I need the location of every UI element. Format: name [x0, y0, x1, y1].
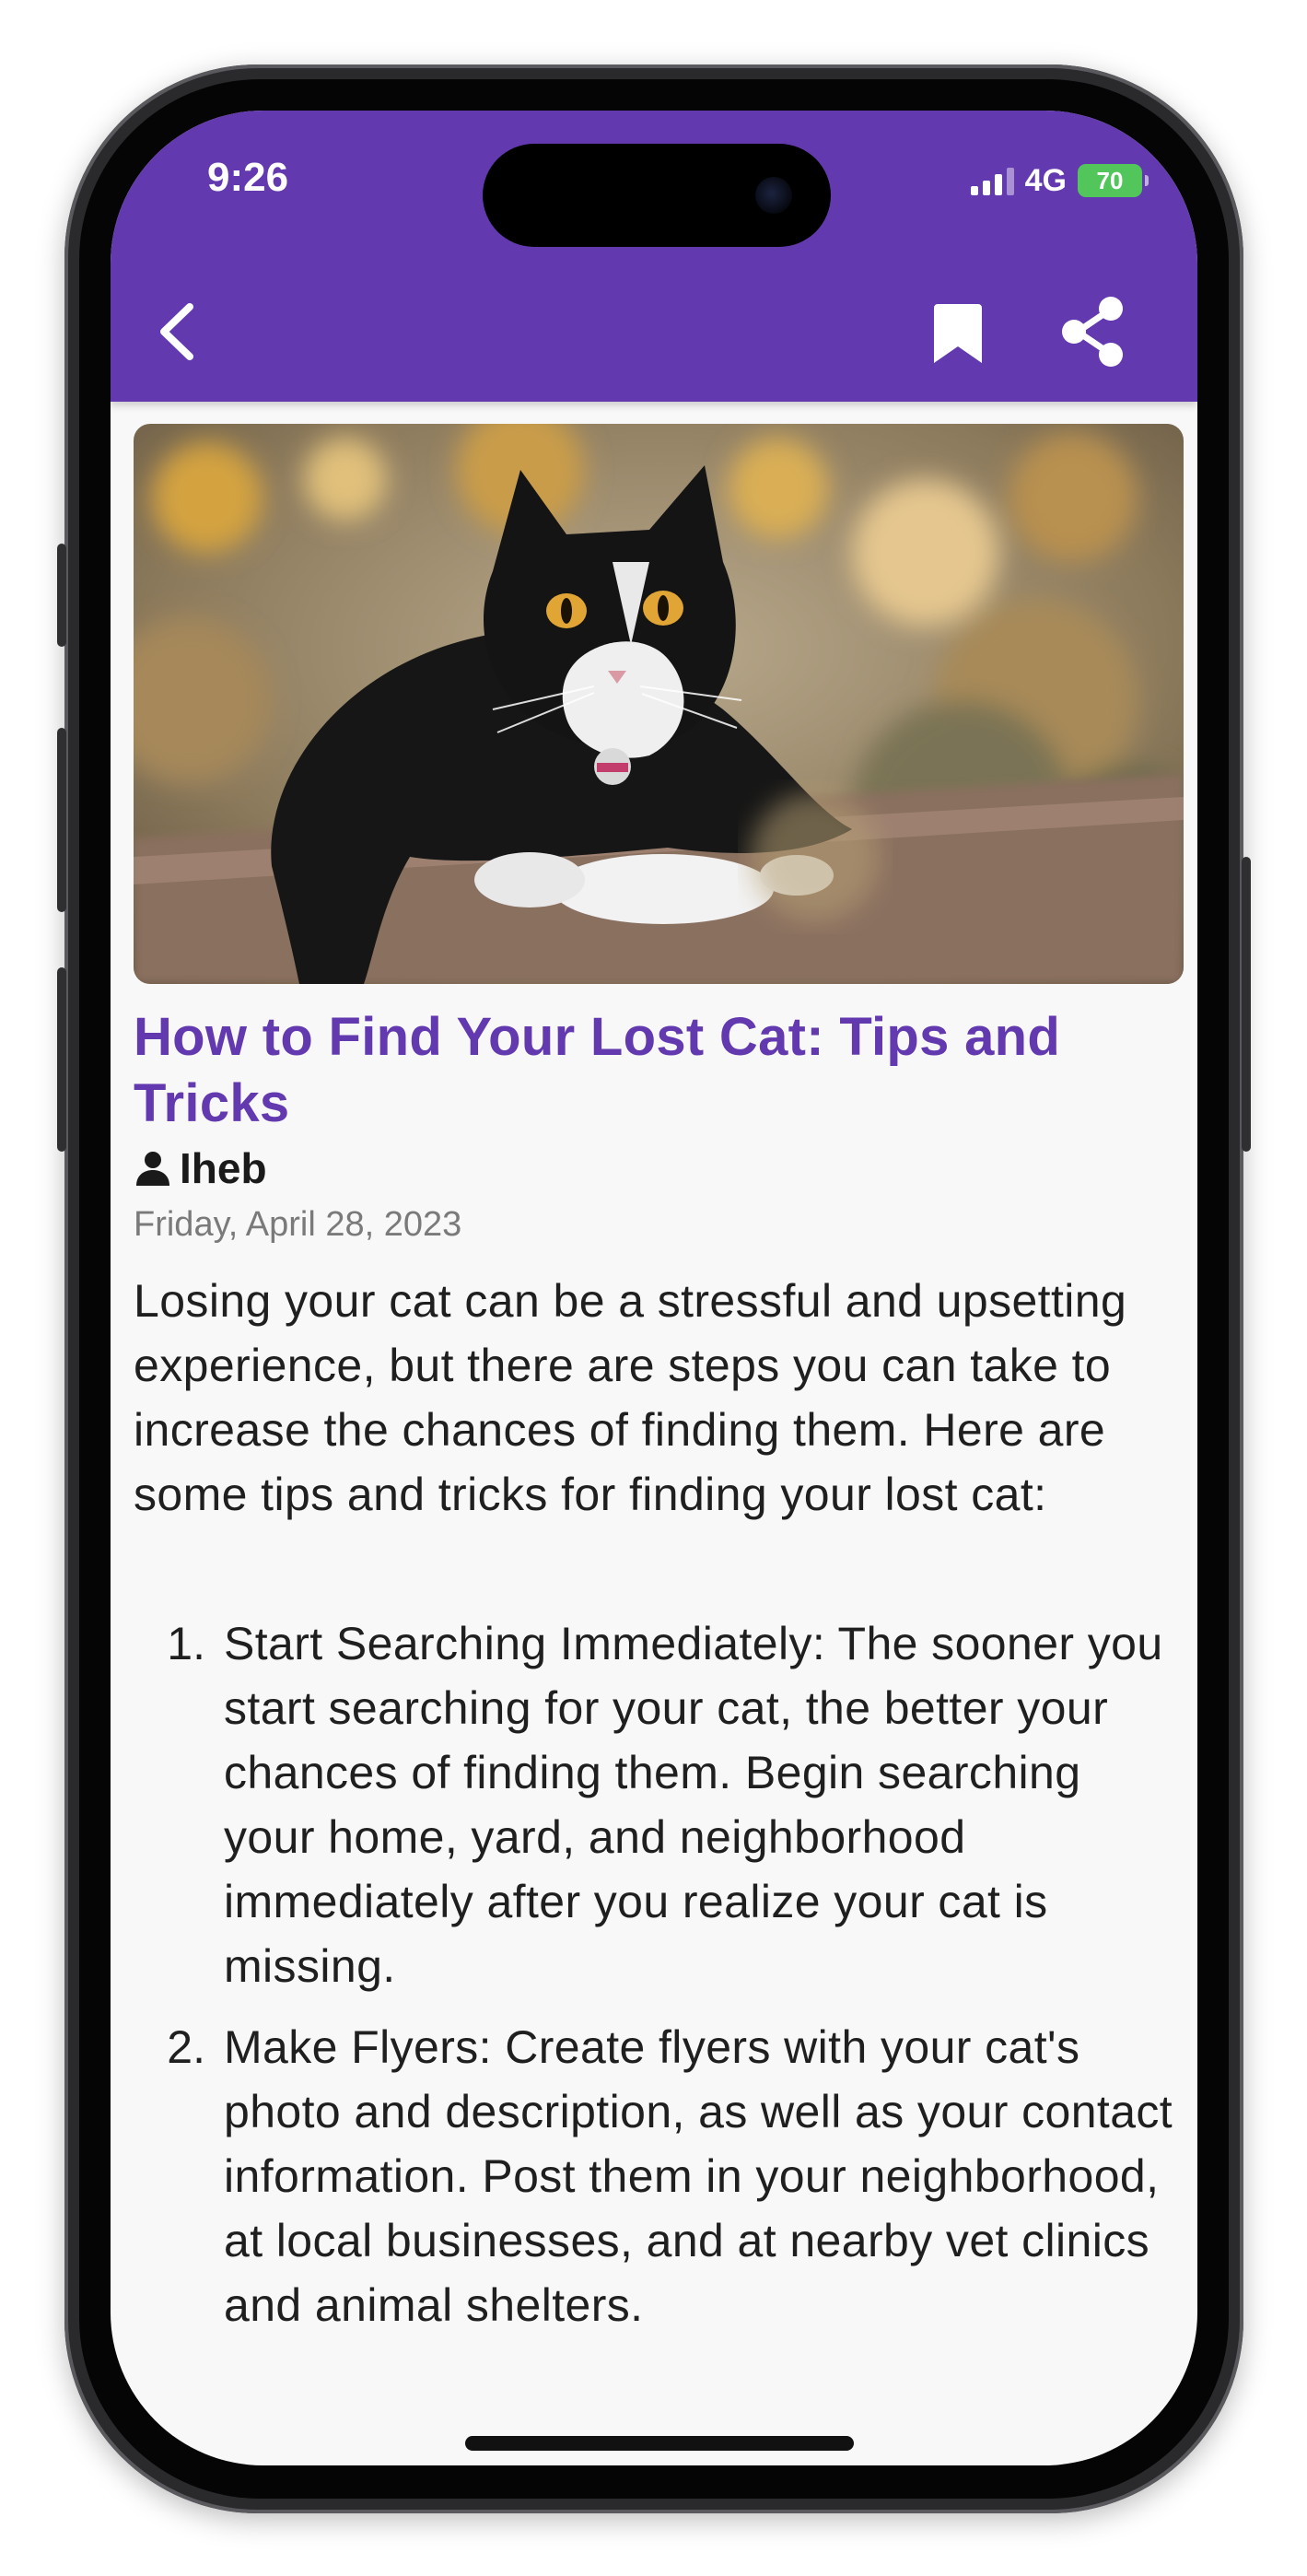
author-row: Iheb: [134, 1142, 1184, 1194]
list-item: 2. Make Flyers: Create flyers with your …: [134, 2015, 1184, 2337]
list-item-number: 2.: [167, 2021, 205, 2073]
share-button[interactable]: [1050, 290, 1133, 373]
dynamic-island: [483, 144, 831, 247]
share-icon: [1062, 297, 1123, 367]
network-type: 4G: [1024, 162, 1067, 198]
list-item: 1. Start Searching Immediately: The soon…: [134, 1611, 1184, 1998]
list-item-number: 1.: [167, 1618, 205, 1669]
app-header: 9:26 4G 70: [111, 111, 1197, 402]
bookmark-icon: [934, 304, 982, 363]
article-title: How to Find Your Lost Cat: Tips and Tric…: [134, 1007, 1061, 1133]
action-button: [57, 544, 66, 647]
person-icon: [136, 1152, 169, 1186]
status-time: 9:26: [207, 155, 289, 200]
battery-icon: 70: [1078, 164, 1149, 197]
article-intro: Losing your cat can be a stressful and u…: [134, 1275, 1127, 1520]
home-indicator[interactable]: [465, 2436, 854, 2451]
tips-list: 1. Start Searching Immediately: The soon…: [134, 1611, 1184, 2337]
app-screen: 9:26 4G 70 How to Find Your Lost Cat: Ti…: [111, 111, 1197, 2465]
article-image: [134, 424, 1184, 984]
power-button: [1242, 857, 1251, 1152]
camera-lens: [755, 177, 792, 214]
status-indicators: 4G 70: [970, 162, 1149, 199]
chevron-left-icon: [160, 303, 193, 360]
article-date: Friday, April 28, 2023: [134, 1205, 462, 1244]
volume-up-button: [57, 728, 66, 912]
signal-icon: [970, 166, 1014, 195]
volume-down-button: [57, 967, 66, 1152]
author-name[interactable]: Iheb: [180, 1143, 267, 1193]
list-item-text: Start Searching Immediately: The sooner …: [224, 1618, 1163, 1992]
list-item-text: Make Flyers: Create flyers with your cat…: [224, 2021, 1173, 2331]
cat-photo-illustration: [134, 424, 1184, 984]
back-button[interactable]: [147, 290, 212, 373]
bookmark-button[interactable]: [921, 290, 995, 373]
article-content: How to Find Your Lost Cat: Tips and Tric…: [134, 424, 1184, 2354]
battery-level: 70: [1096, 166, 1124, 194]
